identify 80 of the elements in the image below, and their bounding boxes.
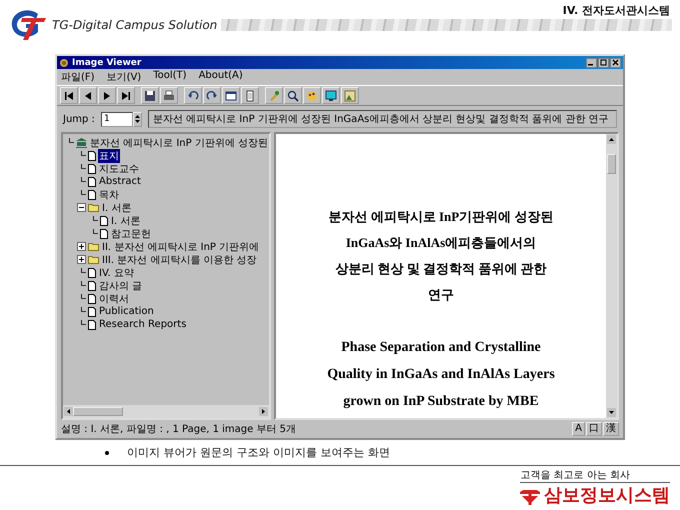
tree-item[interactable]: IV. 요약 [98, 266, 135, 280]
toolbar-button[interactable] [184, 87, 202, 104]
up-down-arrows-icon [134, 114, 141, 124]
palette-icon [305, 88, 319, 102]
tree-item[interactable]: Abstract [98, 176, 142, 187]
page-number-field[interactable]: 1 [100, 112, 133, 126]
status-button[interactable]: 口 [586, 422, 602, 436]
section-title: IV. 전자도서관시스템 [562, 3, 670, 18]
tree-item[interactable]: II. 분자선 에피탁시로 InP 기판위에 [101, 240, 260, 254]
folder-icon [88, 242, 99, 251]
redo-icon [205, 88, 219, 102]
scroll-up-icon [607, 135, 616, 144]
toolbar-button[interactable] [322, 87, 340, 104]
tree-item[interactable]: I. 서론 [101, 200, 132, 214]
toolbar-button[interactable] [222, 87, 240, 104]
heading-line: Phase Separation and Crystalline [341, 339, 541, 357]
window-title: Image Viewer [72, 58, 142, 68]
tree-item[interactable]: 지도교수 [98, 162, 140, 176]
heading-line: 상분리 현상 및 결정학적 품위에 관한 [335, 260, 547, 278]
brand-name: TG-Digital Campus Solution [52, 18, 218, 32]
heading-line: grown on InP Substrate by MBE [343, 393, 539, 411]
menu-item[interactable]: 보기(V) [106, 70, 142, 84]
heading-line: Quality in InGaAs and InAlAs Layers [327, 366, 555, 384]
minimize-icon [586, 58, 597, 68]
toolbar-button[interactable] [284, 87, 302, 104]
caption-text: 이미지 뷰어가 원문의 구조와 이미지를 보여주는 화면 [127, 445, 390, 460]
folder-icon [88, 255, 99, 264]
tree-item[interactable]: 표지 [98, 148, 120, 162]
bullet-icon [105, 450, 109, 454]
status-button[interactable]: 漢 [603, 422, 619, 436]
scroll-left-icon [64, 407, 73, 416]
heading-line: 연구 [428, 286, 454, 304]
tree-item[interactable]: 참고문헌 [110, 226, 152, 240]
window-icon [224, 88, 238, 102]
menu-item[interactable]: About(A) [198, 70, 243, 84]
app-icon [59, 58, 69, 68]
tree-item[interactable]: I. 서론 [110, 214, 142, 228]
toolbar-button[interactable] [98, 87, 116, 104]
toolbar-button[interactable] [203, 87, 221, 104]
menu-item[interactable]: 파일(F) [61, 70, 95, 84]
vertical-scrollbar[interactable] [606, 134, 617, 418]
tool-icon [267, 88, 281, 102]
scroll-thumb[interactable] [73, 407, 123, 416]
undo-icon [186, 88, 200, 102]
spin-button[interactable] [132, 112, 142, 126]
tree-item[interactable]: 목차 [98, 188, 120, 202]
toolbar-button[interactable] [241, 87, 259, 104]
heading-line: 분자선 에피탁시로 InP기판위에 성장된 [328, 208, 554, 226]
status-button[interactable]: A [572, 422, 585, 436]
scroll-right-icon [259, 407, 268, 416]
magnifier-icon [286, 88, 300, 102]
menu-item[interactable]: Tool(T) [153, 70, 187, 84]
scroll-down-icon [607, 408, 616, 417]
company-name: 삼보정보시스템 [544, 484, 670, 507]
tree-item[interactable]: Research Reports [98, 319, 188, 330]
toolbar-button[interactable] [160, 87, 178, 104]
picture-icon [343, 88, 357, 102]
document-title-field: 분자선 에피탁시로 InP 기판위에 성장된 InGaAs에피층에서 상분리 현상및 결정학적 품위에 관한 연구 [148, 110, 617, 128]
floppy-icon [143, 88, 157, 102]
scroll-thumb[interactable] [607, 154, 616, 174]
tree-item[interactable]: 이력서 [98, 292, 130, 306]
jump-label: Jump : [63, 114, 95, 124]
folder-icon [88, 203, 99, 212]
toolbar-button[interactable] [60, 87, 78, 104]
toolbar-button[interactable] [117, 87, 135, 104]
printer-icon [162, 88, 176, 102]
status-text: 설명 : I. 서론, 파일명 : , 1 Page, 1 image 부터 5개 [61, 423, 297, 436]
toolbar-button[interactable] [79, 87, 97, 104]
maximize-icon [598, 58, 609, 68]
tree-item[interactable]: III. 분자선 에피탁시를 이용한 성장 [101, 252, 258, 266]
tree-item[interactable]: Publication [98, 306, 155, 317]
tree-item[interactable]: 감사의 글 [98, 278, 144, 292]
tree-item[interactable]: 분자선 에피탁시로 InP 기판위에 성장된 [89, 136, 270, 150]
horizontal-scrollbar[interactable] [63, 405, 269, 418]
monitor-icon [324, 88, 338, 102]
close-icon [610, 58, 621, 68]
heading-line: InGaAs와 InAlAs에피층들에서의 [346, 234, 536, 252]
toolbar-button[interactable] [141, 87, 159, 104]
library-icon [76, 138, 87, 148]
slogan-text: 고객을 최고로 아는 회사 [520, 468, 670, 483]
